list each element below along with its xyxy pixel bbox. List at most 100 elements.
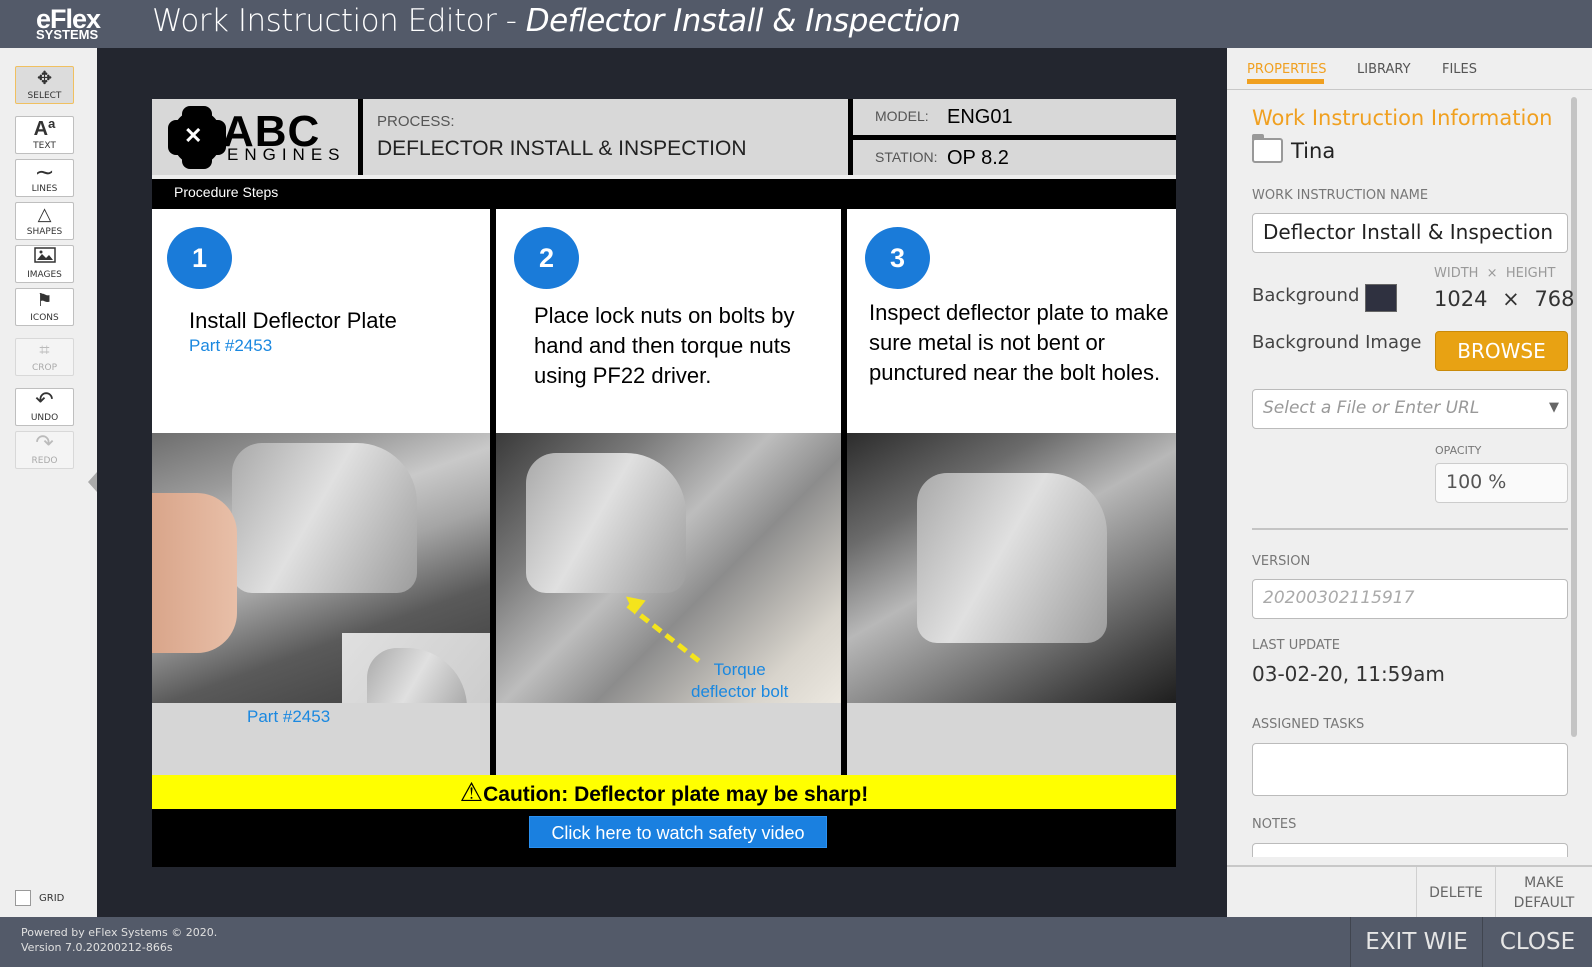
deflector-plate-image — [917, 473, 1107, 643]
notes-input[interactable] — [1252, 843, 1568, 857]
chevron-down-icon: ▼ — [1549, 400, 1559, 415]
times-symbol: × — [1502, 287, 1520, 311]
part-caption: Part #2453 — [247, 707, 331, 726]
text-tool-button[interactable]: Aª TEXT — [15, 116, 74, 154]
text-icon: Aª — [33, 118, 56, 140]
step-number-badge: 3 — [865, 227, 930, 289]
powered-by: Powered by eFlex Systems © 2020. Version… — [21, 925, 217, 955]
make-default-line: MAKE — [1524, 875, 1564, 891]
header-divider — [152, 175, 1176, 179]
warning-icon: ⚠ — [459, 777, 484, 807]
browse-button[interactable]: BROWSE — [1435, 331, 1568, 371]
step-photo — [847, 433, 1176, 703]
panel-scrollbar[interactable] — [1571, 97, 1577, 737]
step-panel-3[interactable]: 3 Inspect deflector plate to make sure m… — [847, 209, 1176, 789]
tool-label: CROP — [31, 363, 58, 373]
make-default-line: DEFAULT — [1513, 895, 1575, 911]
step-panel-2[interactable]: 2 Place lock nuts on bolts by hand and t… — [496, 209, 841, 789]
active-tab-indicator — [1247, 79, 1324, 84]
shapes-icon: △ — [37, 204, 52, 225]
exit-wie-button[interactable]: EXIT WIE — [1350, 917, 1482, 967]
tool-label: SELECT — [27, 91, 62, 101]
deflector-part-image — [367, 648, 467, 703]
redo-icon: ↷ — [35, 431, 54, 456]
dimensions-value: 1024 × 768 — [1434, 287, 1575, 311]
crop-tool-button[interactable]: ⌗ CROP — [15, 338, 74, 376]
process-label: PROCESS: — [377, 113, 455, 130]
deflector-plate-image — [526, 453, 686, 593]
station-label: STATION: — [875, 149, 938, 165]
assigned-tasks-label: ASSIGNED TASKS — [1252, 717, 1365, 732]
process-value: DEFLECTOR INSTALL & INSPECTION — [377, 137, 747, 160]
safety-video-button[interactable]: Click here to watch safety video — [529, 816, 827, 848]
hand-image — [152, 493, 237, 653]
collapse-toolbar-arrow-icon[interactable] — [88, 472, 97, 492]
image-icon — [16, 246, 73, 270]
opacity-label: OPACITY — [1435, 444, 1482, 457]
model-box: MODEL: ENG01 — [853, 99, 1176, 135]
dimensions-label: WIDTH × HEIGHT — [1434, 266, 1556, 281]
page-title: Work Instruction Editor - Deflector Inst… — [152, 3, 961, 39]
step-number-badge: 1 — [167, 227, 232, 289]
close-button[interactable]: CLOSE — [1482, 917, 1592, 967]
lines-tool-button[interactable]: ∼ LINES — [15, 159, 74, 197]
logo-subtext: SYSTEMS — [36, 27, 99, 42]
section-heading: Work Instruction Information — [1252, 106, 1553, 130]
icons-tool-button[interactable]: ⚑ ICONS — [15, 288, 74, 326]
model-value: ENG01 — [947, 106, 1013, 128]
panel-footer: DELETE MAKE DEFAULT — [1227, 865, 1592, 919]
tab-library[interactable]: LIBRARY — [1357, 62, 1411, 77]
properties-panel: PROPERTIES LIBRARY FILES Work Instructio… — [1227, 48, 1592, 919]
step-photo: Torque deflector bolt — [496, 433, 841, 703]
tool-label: UNDO — [30, 413, 59, 423]
bottom-bar: Powered by eFlex Systems © 2020. Version… — [0, 917, 1592, 967]
last-update-label: LAST UPDATE — [1252, 638, 1340, 653]
url-placeholder: Select a File or Enter URL — [1263, 398, 1480, 418]
folder-icon — [1252, 134, 1283, 163]
delete-button[interactable]: DELETE — [1416, 867, 1495, 919]
version-input[interactable]: 20200302115917 — [1252, 579, 1568, 619]
height-value[interactable]: 768 — [1534, 287, 1574, 311]
assigned-tasks-input[interactable] — [1252, 743, 1568, 796]
name-label: WORK INSTRUCTION NAME — [1252, 188, 1429, 203]
crop-icon: ⌗ — [39, 340, 50, 361]
section-divider — [1252, 528, 1568, 530]
line-icon: ∼ — [34, 158, 55, 186]
redo-button[interactable]: ↷ REDO — [15, 431, 74, 469]
step-panel-1[interactable]: 1 Install Deflector Plate Part #2453 Par… — [152, 209, 490, 789]
images-tool-button[interactable]: IMAGES — [15, 245, 74, 283]
grid-label: GRID — [39, 892, 65, 904]
panel-tabs: PROPERTIES LIBRARY FILES — [1227, 48, 1592, 90]
process-box: PROCESS: DEFLECTOR INSTALL & INSPECTION — [363, 99, 848, 177]
version-label: VERSION — [1252, 554, 1311, 569]
document-name: Deflector Install & Inspection — [525, 3, 961, 39]
tab-files[interactable]: FILES — [1442, 62, 1477, 77]
background-color-swatch[interactable] — [1365, 284, 1397, 312]
tab-properties[interactable]: PROPERTIES — [1247, 62, 1327, 77]
grid-checkbox[interactable] — [15, 890, 31, 906]
brand-subtitle: ENGINES — [227, 145, 346, 164]
version-text: Version 7.0.20200212-866s — [21, 941, 173, 954]
tool-label: SHAPES — [26, 227, 63, 237]
deflector-plate-image — [232, 443, 417, 593]
station-value: OP 8.2 — [947, 147, 1009, 169]
grid-toggle[interactable]: GRID — [15, 890, 64, 906]
opacity-input[interactable]: 100 % — [1435, 463, 1568, 503]
move-icon: ✥ — [36, 68, 53, 89]
undo-button[interactable]: ↶ UNDO — [15, 388, 74, 426]
step-text: Place lock nuts on bolts by hand and the… — [534, 303, 795, 388]
select-tool-button[interactable]: ✥ SELECT — [15, 66, 74, 104]
tool-label: TEXT — [33, 141, 56, 151]
eflex-logo: eFlex SYSTEMS — [34, 4, 134, 42]
work-instruction-name-input[interactable]: Deflector Install & Inspection — [1252, 213, 1568, 253]
width-value[interactable]: 1024 — [1434, 287, 1487, 311]
folder-row[interactable]: Tina — [1252, 134, 1335, 163]
last-update-value: 03-02-20, 11:59am — [1252, 662, 1445, 686]
section-title: Procedure Steps — [174, 184, 279, 200]
make-default-button[interactable]: MAKE DEFAULT — [1495, 867, 1592, 919]
shapes-tool-button[interactable]: △ SHAPES — [15, 202, 74, 240]
background-url-select[interactable]: Select a File or Enter URL ▼ — [1252, 389, 1568, 429]
annotation-line: Torque — [713, 660, 766, 679]
work-instruction-canvas[interactable]: ✕ ABC ENGINES PROCESS: DEFLECTOR INSTALL… — [152, 99, 1176, 867]
notes-label: NOTES — [1252, 817, 1297, 832]
